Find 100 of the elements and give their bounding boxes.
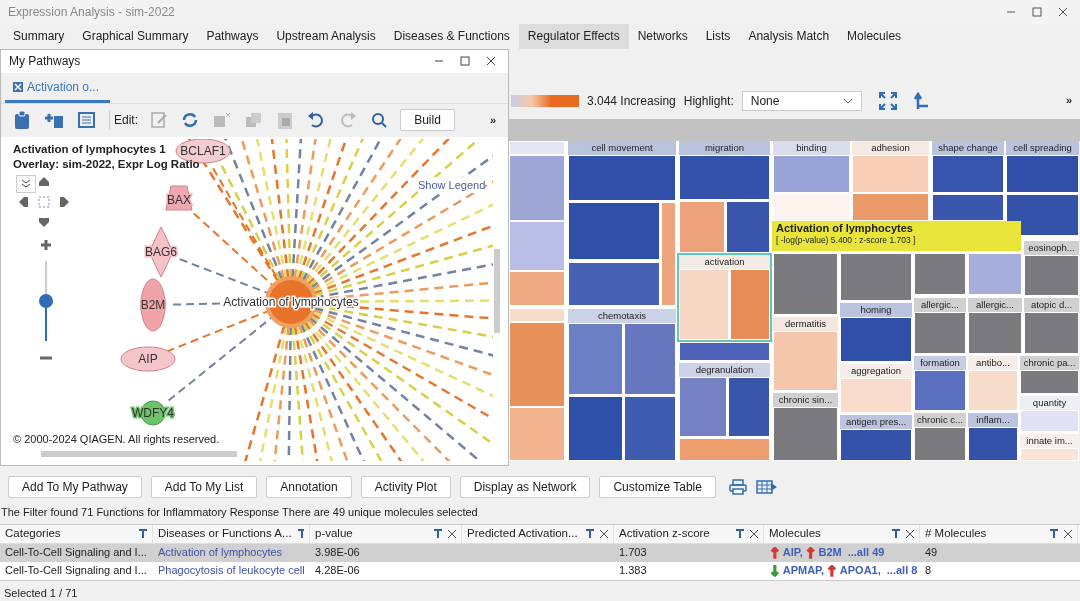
column-header[interactable]: # Molecules <box>920 524 1078 543</box>
action-button[interactable]: Activity Plot <box>360 475 451 498</box>
more-molecules-link[interactable]: ...all 49 <box>847 544 885 561</box>
treemap-tile[interactable]: cell spreading <box>1006 140 1079 236</box>
tab[interactable]: Regulator Effects <box>518 24 629 49</box>
treemap-tile[interactable] <box>968 252 1022 295</box>
treemap-tile[interactable] <box>914 252 966 295</box>
treemap-block[interactable] <box>624 322 676 395</box>
treemap-tile[interactable]: chronic c... <box>914 412 966 461</box>
action-button[interactable]: Add To My Pathway <box>8 475 142 498</box>
treemap-block[interactable] <box>726 200 770 253</box>
pan-control-icon[interactable] <box>19 176 69 227</box>
filter-icon[interactable] <box>892 529 900 538</box>
horizontal-scrollbar[interactable] <box>41 450 237 457</box>
treemap-block[interactable] <box>624 395 676 461</box>
close-icon[interactable] <box>1058 7 1068 18</box>
expand-icon[interactable] <box>877 90 898 111</box>
close-icon[interactable] <box>906 529 914 538</box>
action-button[interactable]: Add To My List <box>150 475 258 498</box>
close-icon[interactable] <box>600 529 608 538</box>
treemap-tile[interactable]: antigen pres... <box>840 414 912 461</box>
treemap-tile[interactable]: innate im... <box>1020 433 1079 461</box>
action-button[interactable]: Display as Network <box>459 475 591 498</box>
tab[interactable]: Molecules <box>838 24 911 49</box>
column-header[interactable]: Predicted Activation... <box>462 524 614 543</box>
column-header[interactable]: Diseases or Functions A... <box>153 524 310 543</box>
treemap-block[interactable] <box>568 395 623 461</box>
close-icon[interactable] <box>448 529 456 538</box>
filter-icon[interactable] <box>139 529 147 538</box>
treemap-block[interactable] <box>568 201 660 260</box>
molecule-link[interactable]: APMAP, <box>782 562 825 579</box>
treemap-tile[interactable] <box>840 252 912 301</box>
treemap-tile[interactable]: allergic... <box>968 297 1022 354</box>
treemap-block[interactable] <box>914 311 966 354</box>
tab[interactable]: Summary <box>4 24 74 49</box>
up-arrow-icon[interactable] <box>913 91 930 110</box>
treemap-tile[interactable]: allergic... <box>914 297 966 354</box>
treemap-tile[interactable]: antibo... <box>968 355 1018 411</box>
treemap-block[interactable] <box>840 316 912 362</box>
treemap-tile[interactable]: migration <box>679 140 770 253</box>
treemap-tile[interactable]: formation <box>914 355 966 411</box>
close-icon[interactable] <box>750 529 758 538</box>
highlight-dropdown[interactable]: None <box>741 90 862 111</box>
tab[interactable]: Pathways <box>197 24 268 49</box>
treemap-tile[interactable]: cell movement <box>568 140 676 306</box>
molecule-link[interactable]: APOA1, <box>839 562 881 579</box>
list-icon[interactable] <box>77 111 97 130</box>
treemap-block[interactable] <box>968 311 1022 354</box>
gene-node[interactable]: B2M <box>140 278 166 332</box>
column-header[interactable]: Molecules <box>764 524 920 543</box>
treemap-block[interactable] <box>914 369 966 411</box>
treemap-block[interactable] <box>728 376 770 437</box>
treemap-block[interactable] <box>914 426 966 461</box>
export-table-icon[interactable] <box>755 478 778 495</box>
molecule-link[interactable]: AIP, <box>782 544 803 561</box>
treemap-tile[interactable]: aggregation <box>840 363 912 413</box>
treemap-tile[interactable]: quantity <box>1020 395 1079 432</box>
close-icon[interactable] <box>486 56 496 67</box>
column-header[interactable]: Activation z-score <box>614 524 764 543</box>
zoom-icon[interactable] <box>370 111 388 130</box>
gene-node[interactable]: BAG6 <box>145 226 177 278</box>
column-header[interactable]: Categories <box>0 524 153 543</box>
treemap-tile[interactable]: atopic d... <box>1024 297 1079 354</box>
function-link[interactable]: Activation of lymphocytes <box>153 544 310 561</box>
treemap-tile[interactable]: chemotaxis <box>568 308 676 461</box>
filter-icon[interactable] <box>297 529 304 538</box>
tab[interactable]: Diseases & Functions <box>384 24 519 49</box>
tab[interactable]: Graphical Summary <box>73 24 198 49</box>
gene-node[interactable]: BAX <box>165 185 193 211</box>
treemap-tile[interactable]: inflam... <box>968 412 1018 461</box>
print-icon[interactable] <box>728 478 747 495</box>
zoom-out-icon[interactable] <box>40 354 52 361</box>
close-icon[interactable] <box>13 82 23 93</box>
maximize-icon[interactable] <box>1032 7 1042 18</box>
treemap-block[interactable] <box>568 154 676 201</box>
collapse-button[interactable] <box>16 174 36 193</box>
tab[interactable]: Lists <box>696 24 740 49</box>
treemap-tile[interactable]: dermatitis <box>773 316 838 391</box>
action-button[interactable]: Customize Table <box>599 475 716 498</box>
treemap-block[interactable] <box>1024 254 1079 296</box>
filter-icon[interactable] <box>586 529 594 538</box>
tab[interactable]: Analysis Match <box>739 24 839 49</box>
action-button[interactable]: Annotation <box>266 475 352 498</box>
build-button[interactable]: Build <box>400 109 455 132</box>
treemap-block[interactable] <box>679 154 770 200</box>
filter-icon[interactable] <box>1050 529 1058 538</box>
treemap-block[interactable] <box>679 376 727 437</box>
overflow-button[interactable]: » <box>489 111 496 129</box>
treemap-tile[interactable]: eosinoph... <box>1024 240 1079 296</box>
treemap-block[interactable] <box>932 193 1004 221</box>
treemap-block[interactable] <box>968 426 1018 461</box>
tab[interactable]: Networks <box>628 24 697 49</box>
treemap-block[interactable] <box>932 154 1004 193</box>
treemap-tile[interactable]: chronic pa... <box>1020 355 1079 394</box>
clipboard-icon[interactable] <box>13 110 31 131</box>
overflow-button[interactable]: » <box>1065 92 1072 109</box>
vertical-scrollbar[interactable] <box>494 248 500 333</box>
gene-node[interactable]: AIP <box>120 346 176 372</box>
treemap-tile[interactable]: shape change <box>932 140 1004 221</box>
treemap-block[interactable] <box>840 428 912 461</box>
